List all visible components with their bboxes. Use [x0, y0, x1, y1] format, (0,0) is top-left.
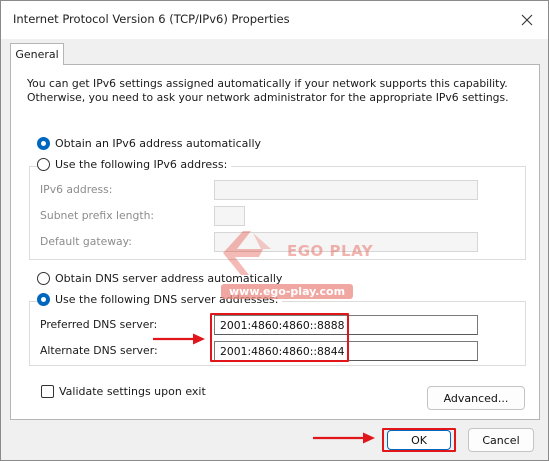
watermark-brand: EGO PLAY [287, 242, 374, 260]
radio-ipv6-manual-indicator[interactable] [37, 158, 50, 171]
alternate-dns-label: Alternate DNS server: [40, 344, 158, 357]
advanced-button[interactable]: Advanced... [427, 386, 525, 410]
radio-ipv6-auto-indicator[interactable] [37, 137, 50, 150]
preferred-dns-label: Preferred DNS server: [40, 318, 158, 331]
subnet-prefix-input[interactable] [214, 206, 245, 226]
radio-dns-auto-indicator[interactable] [37, 272, 50, 285]
default-gateway-label: Default gateway: [40, 235, 132, 248]
cancel-button[interactable]: Cancel [468, 428, 534, 452]
dialog-window: Internet Protocol Version 6 (TCP/IPv6) P… [0, 0, 549, 461]
general-panel: You can get IPv6 settings assigned autom… [10, 64, 540, 420]
watermark-url: www.ego-play.com [221, 284, 354, 299]
radio-dns-manual-indicator[interactable] [37, 293, 50, 306]
description-text: You can get IPv6 settings assigned autom… [27, 77, 527, 104]
radio-ipv6-auto[interactable]: Obtain an IPv6 address automatically [37, 137, 266, 150]
ok-button[interactable]: OK [387, 430, 451, 450]
tab-general[interactable]: General [10, 43, 64, 65]
title-bar: Internet Protocol Version 6 (TCP/IPv6) P… [1, 1, 548, 39]
radio-ipv6-auto-label: Obtain an IPv6 address automatically [55, 137, 262, 150]
description-line-2: Otherwise, you need to ask your network … [27, 90, 509, 104]
ok-pointer-arrow-icon [313, 432, 375, 444]
dns-pointer-arrow-icon [153, 333, 205, 345]
validate-settings-label: Validate settings upon exit [59, 385, 206, 398]
subnet-prefix-label: Subnet prefix length: [40, 209, 155, 222]
ipv6-address-input[interactable] [214, 180, 478, 200]
validate-settings-checkbox-row[interactable]: Validate settings upon exit [41, 385, 206, 398]
description-line-1: You can get IPv6 settings assigned autom… [27, 77, 508, 90]
close-button[interactable] [512, 6, 542, 34]
validate-settings-checkbox[interactable] [41, 385, 54, 398]
ipv6-address-label: IPv6 address: [40, 183, 113, 196]
dns-highlight-box [210, 313, 349, 362]
tab-general-label: General [15, 48, 59, 61]
close-icon [521, 14, 533, 26]
window-title: Internet Protocol Version 6 (TCP/IPv6) P… [13, 12, 290, 26]
radio-ipv6-manual[interactable]: Use the following IPv6 address: [37, 158, 232, 171]
radio-ipv6-manual-label: Use the following IPv6 address: [55, 158, 228, 171]
